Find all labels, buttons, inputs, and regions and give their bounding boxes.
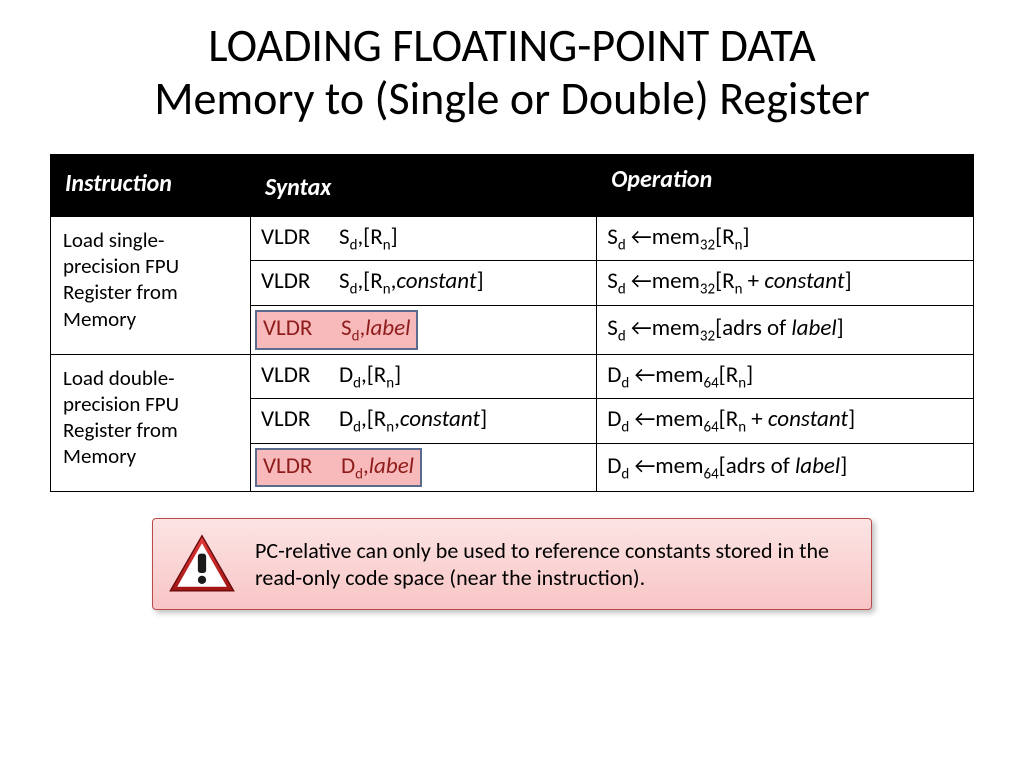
slide-title: LOADING FLOATING-POINT DATA Memory to (S… xyxy=(50,20,974,126)
warning-note: PC-relative can only be used to referenc… xyxy=(152,518,872,610)
syntax-cell: VLDRDd,label xyxy=(251,443,597,492)
table-header-row: Instruction Syntax Operation xyxy=(51,154,974,216)
instruction-cell: Load double-precision FPU Register from … xyxy=(51,354,251,492)
instruction-cell: Load single-precision FPU Register from … xyxy=(51,216,251,354)
operation-cell: Sd ←mem32[adrs of label] xyxy=(597,305,974,354)
table-row: Load single-precision FPU Register from … xyxy=(51,216,974,261)
title-line-1: LOADING FLOATING-POINT DATA xyxy=(208,18,816,74)
instruction-table: Instruction Syntax Operation Load single… xyxy=(50,154,974,493)
operation-cell: Dd ←mem64[Rn + constant] xyxy=(597,399,974,444)
operation-cell: Sd ←mem32[Rn] xyxy=(597,216,974,261)
syntax-cell: VLDRSd,[Rn,constant] xyxy=(251,261,597,306)
operation-cell: Dd ←mem64[Rn] xyxy=(597,354,974,399)
title-line-2: Memory to (Single or Double) Register xyxy=(154,71,870,127)
operation-cell: Dd ←mem64[adrs of label] xyxy=(597,443,974,492)
operation-cell: Sd ←mem32[Rn + constant] xyxy=(597,261,974,306)
syntax-cell: VLDRDd,[Rn] xyxy=(251,354,597,399)
syntax-cell: VLDRDd,[Rn,constant] xyxy=(251,399,597,444)
syntax-cell: VLDRSd,label xyxy=(251,305,597,354)
table-row: Load double-precision FPU Register from … xyxy=(51,354,974,399)
header-instruction: Instruction xyxy=(51,154,251,216)
syntax-cell: VLDRSd,[Rn] xyxy=(251,216,597,261)
header-syntax: Syntax xyxy=(251,154,597,216)
warning-icon xyxy=(167,533,237,595)
warning-text: PC-relative can only be used to referenc… xyxy=(255,537,853,592)
header-operation: Operation xyxy=(597,154,974,216)
